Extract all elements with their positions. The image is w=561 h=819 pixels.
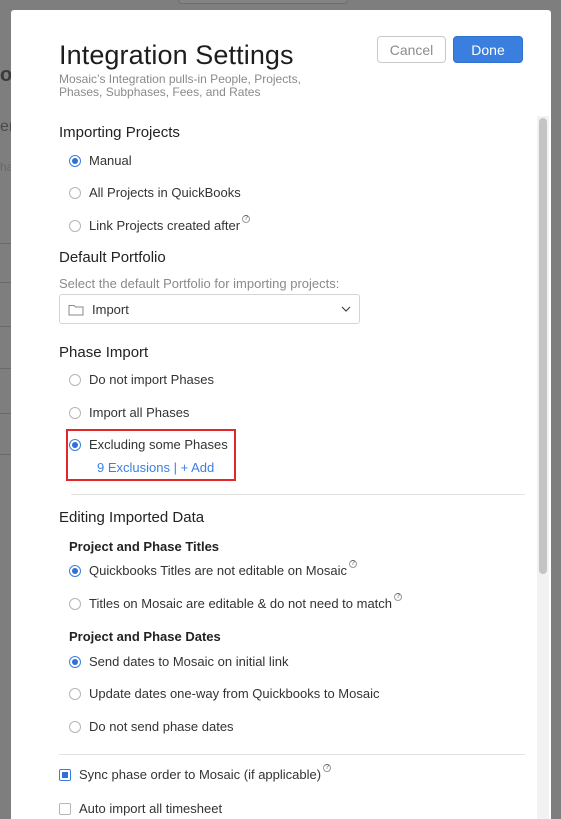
radio-button[interactable] (69, 186, 81, 199)
radio-excluding-some-phases[interactable]: Excluding some Phases (69, 437, 228, 452)
radio-button[interactable] (69, 154, 81, 167)
radio-titles-not-editable[interactable]: Quickbooks Titles are not editable on Mo… (69, 559, 357, 578)
radio-all-projects[interactable]: All Projects in QuickBooks (69, 185, 241, 200)
radio-label: Manual (89, 153, 132, 168)
radio-label: Import all Phases (89, 405, 190, 420)
help-icon[interactable]: ? (394, 592, 403, 601)
folder-icon (68, 304, 84, 315)
page-subtitle: Mosaic’s Integration pulls-in People, Pr… (59, 72, 301, 99)
radio-send-dates-initial[interactable]: Send dates to Mosaic on initial link (69, 654, 288, 669)
exclusions-links: 9 Exclusions | + Add (97, 460, 214, 475)
checkbox[interactable] (59, 768, 71, 781)
radio-do-not-send-dates[interactable]: Do not send phase dates (69, 719, 234, 734)
divider (59, 754, 525, 755)
phase-import-heading: Phase Import (59, 344, 149, 361)
help-icon[interactable]: ? (323, 763, 332, 772)
link-separator: | (173, 460, 177, 475)
editing-imported-data-heading: Editing Imported Data (59, 509, 205, 526)
done-button[interactable]: Done (453, 36, 523, 63)
add-exclusion-link[interactable]: + Add (181, 460, 215, 475)
radio-button[interactable] (69, 720, 81, 733)
radio-button[interactable] (69, 219, 81, 232)
titles-group-heading: Project and Phase Titles (69, 539, 220, 554)
radio-label: Quickbooks Titles are not editable on Mo… (89, 563, 347, 578)
checkbox-sync-phase-order[interactable]: Sync phase order to Mosaic (if applicabl… (59, 763, 332, 782)
radio-label: Link Projects created after (89, 218, 241, 233)
radio-button[interactable] (69, 373, 81, 386)
radio-button[interactable] (69, 597, 81, 610)
radio-label: Do not import Phases (89, 372, 215, 387)
radio-label: Do not send phase dates (89, 719, 234, 734)
radio-button[interactable] (69, 687, 81, 700)
help-icon[interactable]: ? (242, 214, 251, 223)
radio-label: Send dates to Mosaic on initial link (89, 654, 289, 669)
radio-label: All Projects in QuickBooks (89, 185, 241, 200)
integration-settings-modal: Integration Settings Mosaic’s Integratio… (11, 10, 551, 819)
portfolio-select[interactable]: Import (59, 294, 360, 324)
checkbox-label: Sync phase order to Mosaic (if applicabl… (79, 767, 322, 782)
radio-button[interactable] (69, 438, 81, 451)
chevron-down-icon (341, 306, 351, 312)
radio-do-not-import-phases[interactable]: Do not import Phases (69, 372, 214, 387)
checkbox[interactable] (59, 802, 71, 815)
help-icon[interactable]: ? (348, 559, 357, 568)
checkbox-label: Auto import all timesheet (79, 801, 223, 816)
radio-update-dates-one-way[interactable]: Update dates one-way from Quickbooks to … (69, 686, 379, 701)
radio-button[interactable] (69, 655, 81, 668)
dates-group-heading: Project and Phase Dates (69, 629, 221, 644)
radio-button[interactable] (69, 406, 81, 419)
page-title: Integration Settings (59, 40, 294, 70)
divider (71, 494, 525, 495)
exclusions-link[interactable]: 9 Exclusions (97, 460, 170, 475)
importing-projects-heading: Importing Projects (59, 124, 180, 141)
radio-button[interactable] (69, 564, 81, 577)
portfolio-select-value: Import (92, 301, 129, 317)
scrollbar-thumb[interactable] (539, 118, 547, 574)
radio-manual[interactable]: Manual (69, 153, 132, 168)
radio-import-all-phases[interactable]: Import all Phases (69, 405, 189, 420)
radio-label: Update dates one-way from Quickbooks to … (89, 686, 380, 701)
radio-label: Titles on Mosaic are editable & do not n… (89, 596, 393, 611)
background-topbar (178, 0, 348, 4)
radio-link-projects-after[interactable]: Link Projects created after ? (69, 214, 251, 233)
checkbox-auto-import-timesheet[interactable]: Auto import all timesheet (59, 801, 222, 816)
default-portfolio-heading: Default Portfolio (59, 249, 166, 266)
radio-label: Excluding some Phases (89, 437, 228, 452)
cancel-button[interactable]: Cancel (377, 36, 446, 63)
default-portfolio-hint: Select the default Portfolio for importi… (59, 276, 340, 291)
radio-titles-editable[interactable]: Titles on Mosaic are editable & do not n… (69, 592, 403, 611)
